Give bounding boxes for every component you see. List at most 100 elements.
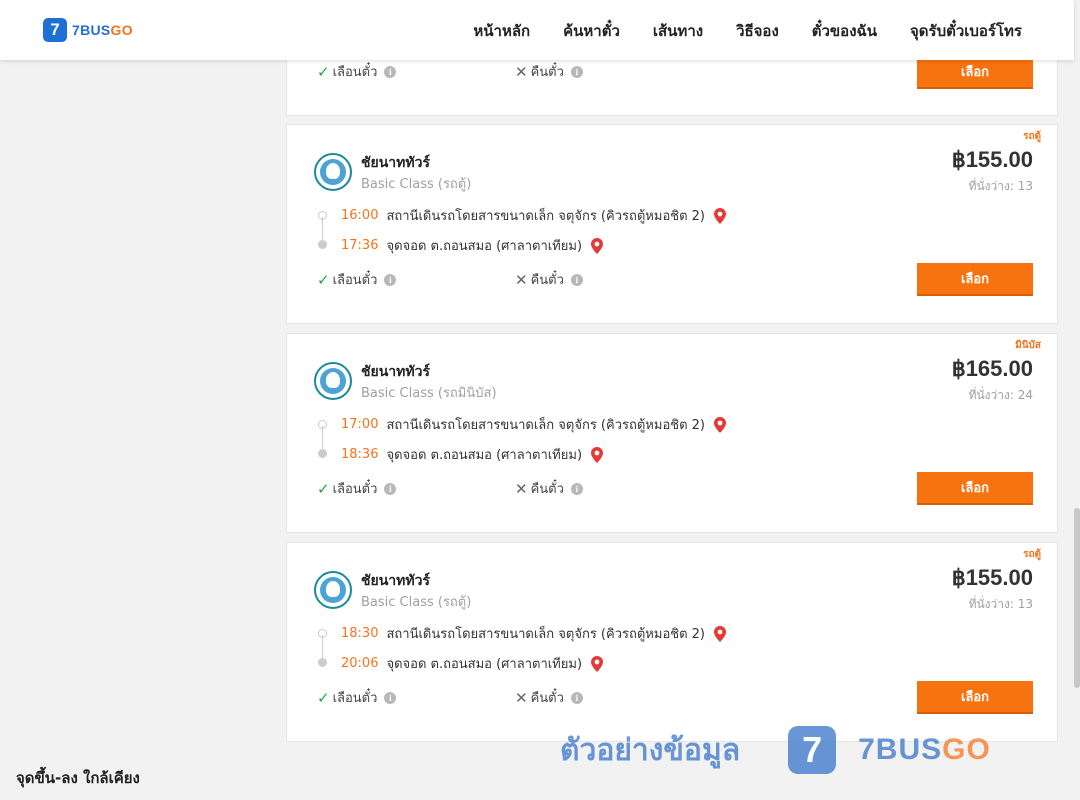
departure-place: สถานีเดินรถโดยสารขนาดเล็ก จตุจักร (คิวรถ… <box>386 418 705 433</box>
cross-icon: ✕ <box>515 62 528 81</box>
departure-time: 17:00 <box>341 417 379 432</box>
logo-text: 7BUSGO <box>72 22 133 38</box>
scrollbar-thumb[interactable] <box>1074 508 1080 688</box>
seat-select-feature: ✓ เลือนตั๋ว i <box>317 687 397 708</box>
info-icon[interactable]: i <box>570 273 583 286</box>
nav-how-to-book[interactable]: วิธีจอง <box>736 19 779 43</box>
nav-pickup-points[interactable]: จุดรับตั๋วเบอร์โทร <box>910 19 1022 43</box>
trip-card: มินิบัส ชัยนาททัวร์ Basic Class (รถมินิบ… <box>286 333 1058 533</box>
arrival-dot <box>318 658 327 667</box>
seat-select-feature: ✓ เลือนตั๋ว i <box>317 61 397 82</box>
site-logo[interactable]: 7 7BUSGO <box>43 18 133 42</box>
check-icon: ✓ <box>317 479 330 498</box>
departure-time: 18:30 <box>341 626 379 641</box>
service-class: Basic Class (รถตู้) <box>361 595 472 610</box>
seat-select-label: เลือนตั๋ว <box>332 482 378 497</box>
seat-select-label: เลือนตั๋ว <box>332 65 378 80</box>
departure-place: สถานีเดินรถโดยสารขนาดเล็ก จตุจักร (คิวรถ… <box>386 627 705 642</box>
departure-stop: 17:00 สถานีเดินรถโดยสารขนาดเล็ก จตุจักร … <box>341 414 727 435</box>
refund-label: คืนตั๋ว <box>530 65 564 80</box>
operator-logo <box>314 571 352 609</box>
service-class: Basic Class (รถตู้) <box>361 177 472 192</box>
map-pin-icon[interactable] <box>713 207 727 224</box>
departure-stop: 16:00 สถานีเดินรถโดยสารขนาดเล็ก จตุจักร … <box>341 205 727 226</box>
seats-available: ที่นั่งว่าง: 13 <box>968 179 1033 193</box>
top-header: 7 7BUSGO หน้าหลัก ค้นหาตั๋ว เส้นทาง วิธี… <box>0 0 1074 60</box>
page-scrollbar[interactable] <box>1074 0 1080 800</box>
map-pin-icon[interactable] <box>590 655 604 672</box>
operator-logo <box>314 362 352 400</box>
arrival-time: 18:36 <box>341 447 379 462</box>
ticket-price: ฿165.00 <box>951 356 1033 381</box>
refund-feature: ✕ คืนตั๋ว i <box>515 478 583 499</box>
operator-logo <box>314 153 352 191</box>
arrival-time: 17:36 <box>341 238 379 253</box>
refund-label: คืนตั๋ว <box>530 273 564 288</box>
select-button[interactable]: เลือก <box>917 263 1033 296</box>
map-pin-icon[interactable] <box>713 625 727 642</box>
cross-icon: ✕ <box>515 688 528 707</box>
map-pin-icon[interactable] <box>713 416 727 433</box>
refund-feature: ✕ คืนตั๋ว i <box>515 61 583 82</box>
trip-card: รถตู้ ชัยนาททัวร์ Basic Class (รถตู้) ฿1… <box>286 542 1058 742</box>
arrival-dot <box>318 240 327 249</box>
nav-routes[interactable]: เส้นทาง <box>653 19 703 43</box>
nav-home[interactable]: หน้าหลัก <box>473 19 530 43</box>
departure-time: 16:00 <box>341 208 379 223</box>
arrival-place: จุดจอด ต.ถอนสมอ (ศาลาตาเทียม) <box>386 448 583 463</box>
seat-select-feature: ✓ เลือนตั๋ว i <box>317 478 397 499</box>
nav-search-ticket[interactable]: ค้นหาตั๋ว <box>563 19 620 43</box>
seat-select-label: เลือนตั๋ว <box>332 273 378 288</box>
arrival-stop: 20:06 จุดจอด ต.ถอนสมอ (ศาลาตาเทียม) <box>341 653 604 674</box>
refund-feature: ✕ คืนตั๋ว i <box>515 269 583 290</box>
cross-icon: ✕ <box>515 479 528 498</box>
check-icon: ✓ <box>317 62 330 81</box>
info-icon[interactable]: i <box>570 65 583 78</box>
main-nav: หน้าหลัก ค้นหาตั๋ว เส้นทาง วิธีจอง ตั๋วข… <box>473 19 1022 43</box>
ticket-price: ฿155.00 <box>951 147 1033 172</box>
arrival-place: จุดจอด ต.ถอนสมอ (ศาลาตาเทียม) <box>386 239 583 254</box>
arrival-place: จุดจอด ต.ถอนสมอ (ศาลาตาเทียม) <box>386 657 583 672</box>
arrival-stop: 18:36 จุดจอด ต.ถอนสมอ (ศาลาตาเทียม) <box>341 444 604 465</box>
seat-select-feature: ✓ เลือนตั๋ว i <box>317 269 397 290</box>
refund-feature: ✕ คืนตั๋ว i <box>515 687 583 708</box>
ticket-price: ฿155.00 <box>951 565 1033 590</box>
select-button[interactable]: เลือก <box>917 681 1033 714</box>
info-icon[interactable]: i <box>570 482 583 495</box>
nearby-stops-heading: จุดขึ้น-ลง ใกล้เคียง <box>16 769 140 787</box>
nav-my-tickets[interactable]: ตั๋วของฉัน <box>812 19 877 43</box>
info-icon[interactable]: i <box>384 691 397 704</box>
vehicle-type-tag: มินิบัส <box>1015 340 1041 351</box>
logo-mark: 7 <box>43 18 67 42</box>
trip-card: รถตู้ ชัยนาททัวร์ Basic Class (รถตู้) ฿1… <box>286 124 1058 324</box>
info-icon[interactable]: i <box>384 65 397 78</box>
logo-text-orange: GO <box>110 22 133 38</box>
check-icon: ✓ <box>317 688 330 707</box>
operator-name: ชัยนาททัวร์ <box>361 573 430 589</box>
seats-available: ที่นั่งว่าง: 13 <box>968 597 1033 611</box>
map-pin-icon[interactable] <box>590 237 604 254</box>
map-pin-icon[interactable] <box>590 446 604 463</box>
arrival-time: 20:06 <box>341 656 379 671</box>
info-icon[interactable]: i <box>570 691 583 704</box>
operator-name: ชัยนาททัวร์ <box>361 155 430 171</box>
service-class: Basic Class (รถมินิบัส) <box>361 386 497 401</box>
departure-place: สถานีเดินรถโดยสารขนาดเล็ก จตุจักร (คิวรถ… <box>386 209 705 224</box>
refund-label: คืนตั๋ว <box>530 482 564 497</box>
info-icon[interactable]: i <box>384 482 397 495</box>
refund-label: คืนตั๋ว <box>530 691 564 706</box>
vehicle-type-tag: รถตู้ <box>1023 131 1041 142</box>
select-button[interactable]: เลือก <box>917 56 1033 89</box>
check-icon: ✓ <box>317 270 330 289</box>
info-icon[interactable]: i <box>384 273 397 286</box>
seats-available: ที่นั่งว่าง: 24 <box>968 388 1033 402</box>
cross-icon: ✕ <box>515 270 528 289</box>
logo-text-blue: 7BUS <box>72 22 111 38</box>
operator-name: ชัยนาททัวร์ <box>361 364 430 380</box>
vehicle-type-tag: รถตู้ <box>1023 549 1041 560</box>
departure-stop: 18:30 สถานีเดินรถโดยสารขนาดเล็ก จตุจักร … <box>341 623 727 644</box>
seat-select-label: เลือนตั๋ว <box>332 691 378 706</box>
arrival-dot <box>318 449 327 458</box>
select-button[interactable]: เลือก <box>917 472 1033 505</box>
arrival-stop: 17:36 จุดจอด ต.ถอนสมอ (ศาลาตาเทียม) <box>341 235 604 256</box>
